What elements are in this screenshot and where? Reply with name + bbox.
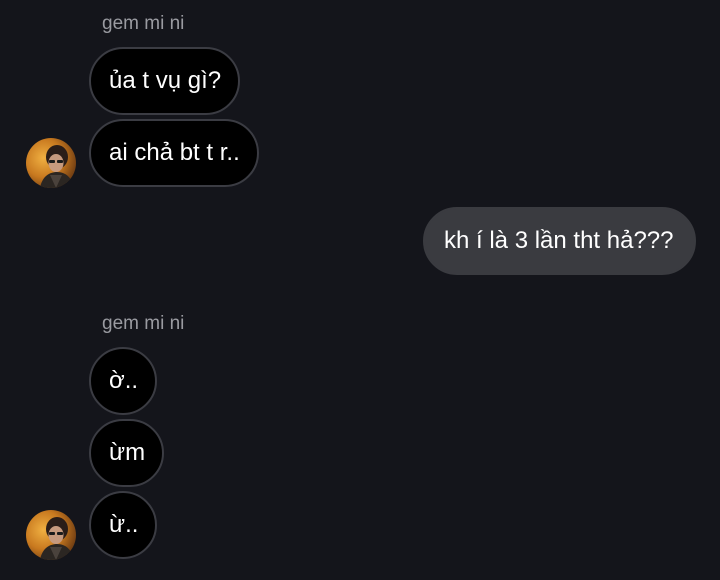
message-bubble-incoming[interactable]: ờ.. [89,347,158,415]
message-bubble-incoming[interactable]: ủa t vụ gì? [89,47,241,115]
message-bubble-incoming[interactable]: ừ.. [89,491,158,559]
avatar-photo-icon [26,510,76,560]
sender-avatar[interactable] [26,138,76,188]
sender-avatar[interactable] [26,510,76,560]
message-bubble-incoming[interactable]: ừm [89,419,165,487]
message-bubble-outgoing[interactable]: kh í là 3 lần tht hả??? [423,207,696,275]
message-bubble-incoming[interactable]: ai chả bt t r.. [89,119,259,187]
avatar-photo-icon [26,138,76,188]
sender-name: gem mi ni [102,13,185,34]
sender-name: gem mi ni [102,313,185,334]
